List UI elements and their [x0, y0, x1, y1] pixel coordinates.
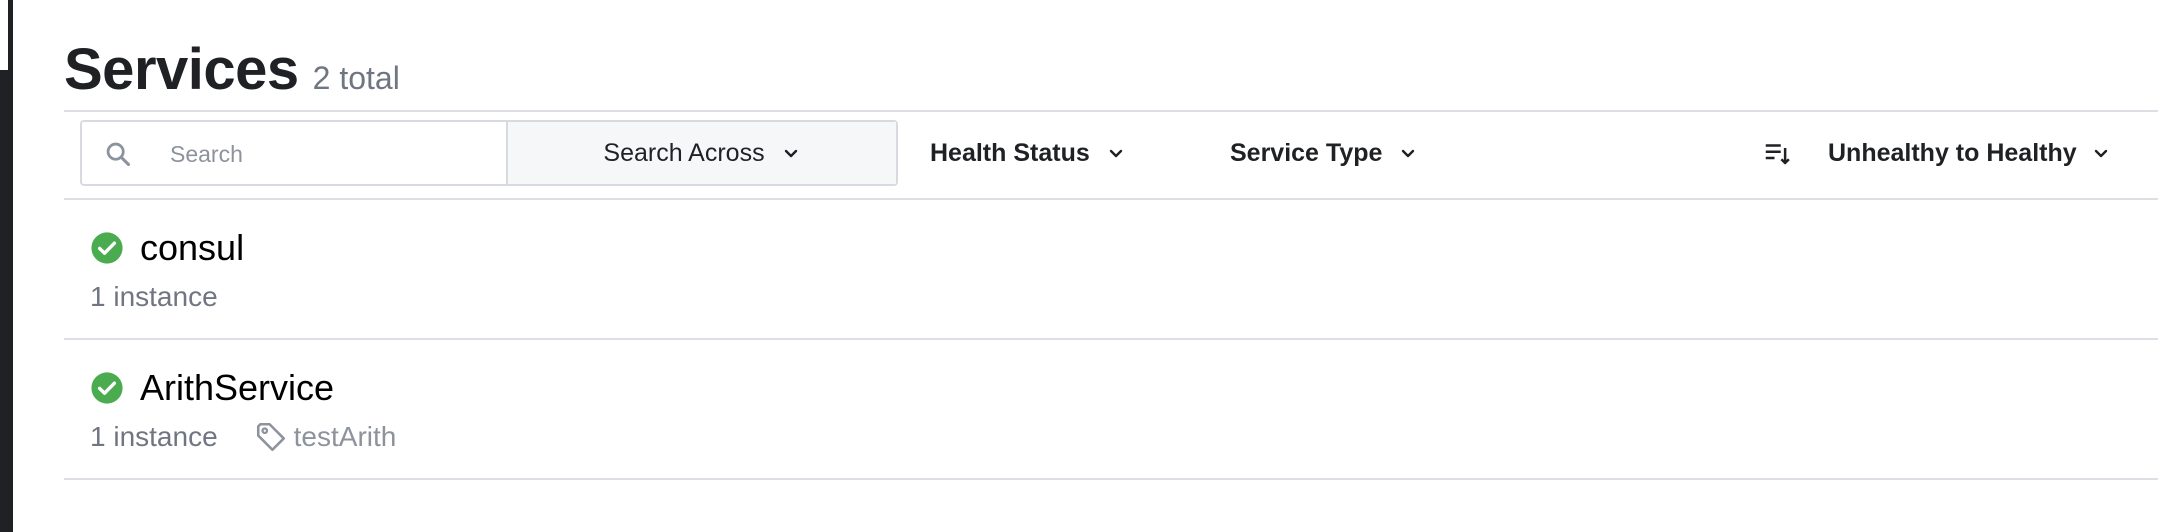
health-status-label: Health Status: [930, 138, 1090, 167]
services-total-count: 2 total: [312, 60, 400, 96]
search-across-dropdown[interactable]: Search Across: [508, 122, 896, 184]
chevron-down-icon: [784, 149, 797, 158]
check-circle-icon: [91, 232, 123, 264]
instance-count: 1 instance: [90, 421, 218, 452]
services-page: Services 2 total Search Across Health St…: [64, 0, 2158, 532]
service-name-row: consul: [90, 226, 244, 270]
tag-icon: [256, 422, 285, 452]
app-side-rail: [0, 0, 13, 532]
service-divider: [64, 338, 2158, 340]
chevron-down-icon: [1109, 149, 1122, 158]
service-list-item[interactable]: consul 1 instance: [90, 226, 244, 314]
header-divider: [64, 110, 2158, 112]
service-name-row: ArithService: [90, 366, 396, 410]
health-status-filter[interactable]: Health Status: [930, 120, 1126, 186]
sort-icon: [1765, 144, 1790, 165]
tag-label: testArith: [293, 421, 397, 452]
service-type-filter[interactable]: Service Type: [1230, 120, 1418, 186]
filter-toolbar: Search Across Health Status Service Type: [80, 120, 2158, 190]
service-meta: 1 instance: [90, 280, 244, 314]
check-circle-icon: [91, 372, 123, 404]
chevron-down-icon: [1402, 149, 1415, 158]
search-icon: [106, 142, 131, 167]
page-header: Services 2 total: [64, 36, 400, 104]
page-title: Services: [64, 37, 299, 102]
service-type-label: Service Type: [1230, 138, 1383, 167]
sort-label: Unhealthy to Healthy: [1828, 138, 2077, 167]
service-name-link[interactable]: ArithService: [140, 366, 334, 410]
search-box[interactable]: [82, 122, 508, 184]
instance-count: 1 instance: [90, 281, 218, 312]
chevron-down-icon: [2094, 149, 2107, 158]
side-rail-notch: [0, 0, 8, 70]
service-list-item[interactable]: ArithService 1 instance testArith: [90, 366, 396, 454]
service-meta: 1 instance testArith: [90, 420, 396, 454]
search-across-label: Search Across: [603, 138, 765, 167]
service-divider: [64, 478, 2158, 480]
search-group: Search Across: [80, 120, 898, 186]
sort-dropdown[interactable]: Unhealthy to Healthy: [1762, 120, 2111, 186]
toolbar-divider: [64, 198, 2158, 200]
service-name-link[interactable]: consul: [140, 226, 244, 270]
search-input[interactable]: [168, 134, 492, 174]
service-tag: testArith: [254, 420, 397, 454]
